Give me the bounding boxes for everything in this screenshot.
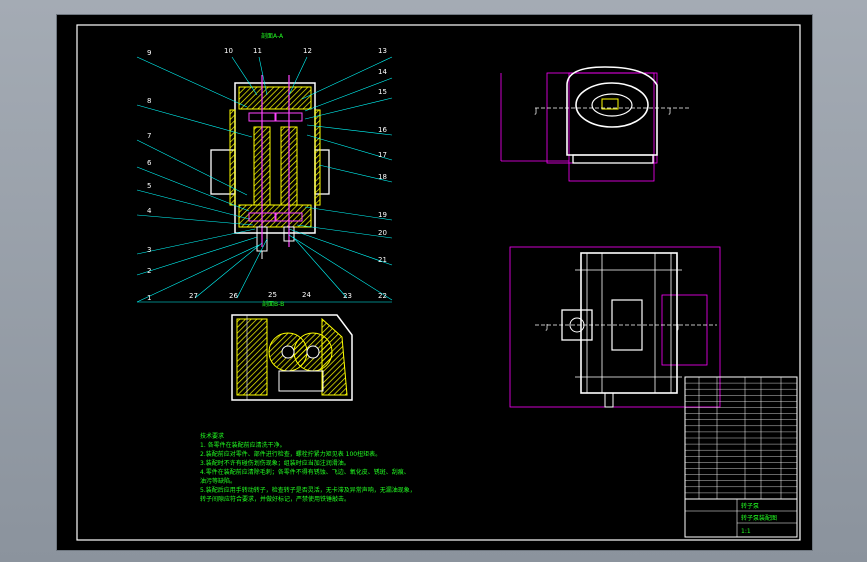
notes-line-1: 1. 各零件在装配前应清洗干净。 (200, 441, 286, 449)
part-label-7: 7 (147, 132, 151, 140)
part-label-27: 27 (189, 292, 198, 300)
part-label-8: 8 (147, 97, 151, 105)
notes-line-6: 5.装配后应用手转动转子，检查转子是否灵活，无卡滞及异常声响，无漏油现象， (200, 486, 416, 494)
part-label-10: 10 (224, 47, 233, 55)
part-label-4: 4 (147, 207, 152, 215)
part-label-12: 12 (303, 47, 312, 55)
part-label-11: 11 (253, 47, 262, 55)
notes-line-3: 3.装配时不许有碰伤划伤现象；组装时应当加注润滑油。 (200, 459, 350, 467)
title-scale: 1:1 (741, 528, 751, 535)
part-label-15: 15 (378, 88, 387, 96)
notes-line-4: 4.零件在装配前应清除毛刺；各零件不得有锈蚀、飞边、氧化皮、锈斑、刮痕、 (200, 468, 410, 476)
section-aa-title: 剖面A-A (261, 32, 284, 40)
part-label-22: 22 (378, 292, 387, 300)
part-label-17: 17 (378, 151, 387, 159)
section-bb-title: 剖面B-B (262, 300, 284, 308)
part-label-9: 9 (147, 49, 151, 57)
parts-list (684, 376, 798, 500)
title-block: 转子泵 转子泵装配图 1:1 (684, 498, 798, 538)
notes-line-5: 油污等缺陷。 (200, 477, 236, 485)
part-label-2: 2 (147, 267, 151, 275)
section-a-a-view: 剖面A-A (210, 32, 330, 259)
part-label-13: 13 (378, 47, 387, 55)
part-label-1: 1 (147, 294, 151, 302)
notes-title: 技术要求 (200, 432, 224, 440)
drawing-frame: 剖面A-A 9 8 7 6 5 4 3 2 1 10 11 12 13 14 1… (56, 14, 813, 551)
top-right-view: J J (500, 66, 689, 182)
part-label-23: 23 (343, 292, 352, 300)
assembly-drawing: 剖面A-A 9 8 7 6 5 4 3 2 1 10 11 12 13 14 1… (76, 24, 801, 541)
part-label-19: 19 (378, 211, 387, 219)
title-drawing-no: 转子泵装配图 (741, 514, 777, 522)
part-label-20: 20 (378, 229, 387, 237)
part-label-16: 16 (378, 126, 387, 134)
part-label-3: 3 (147, 246, 151, 254)
part-label-21: 21 (378, 256, 387, 264)
view-mark-left-2: J (545, 323, 548, 331)
technical-notes: 技术要求 1. 各零件在装配前应清洗干净。 2.装配前应对零件、部件进行检查，螺… (200, 432, 416, 503)
part-label-26: 26 (229, 292, 238, 300)
part-label-18: 18 (378, 173, 387, 181)
notes-line-2: 2.装配前应对零件、部件进行检查，螺栓拧紧力矩见表 100扭矩表。 (200, 450, 381, 458)
part-label-14: 14 (378, 68, 387, 76)
section-b-b-view: 剖面B-B 25 24 (231, 291, 353, 401)
view-mark-right: J (668, 107, 671, 115)
part-label-6: 6 (147, 159, 152, 167)
notes-line-7: 转子间隙应符合要求，并做好标记，严禁使用铁锤敲击。 (200, 495, 350, 503)
title-name: 转子泵 (741, 502, 759, 510)
view-mark-left: J (534, 107, 537, 115)
section-bb-label-25: 25 (268, 291, 277, 299)
section-bb-label-24: 24 (302, 291, 311, 299)
inner-border (76, 24, 801, 541)
view-mark-right-2: J (676, 323, 679, 331)
part-label-5: 5 (147, 182, 151, 190)
